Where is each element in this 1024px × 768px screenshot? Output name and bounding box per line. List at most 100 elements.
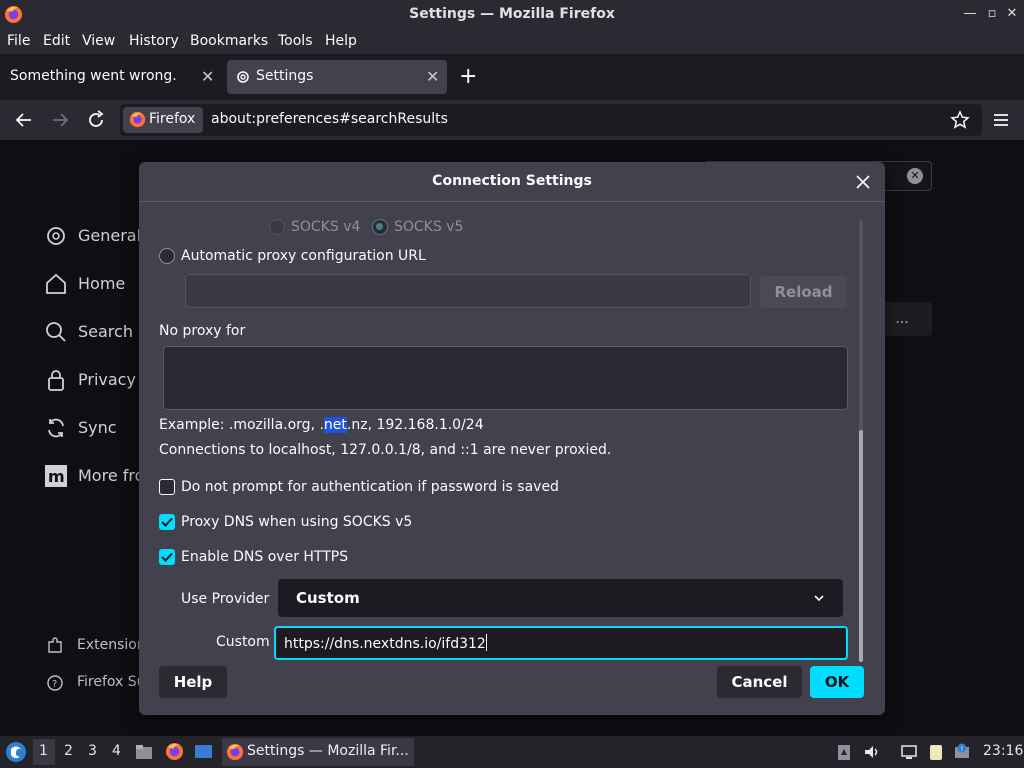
update-notification-icon[interactable]: ! [953, 743, 971, 761]
volume-icon[interactable] [863, 743, 881, 761]
menu-bookmarks[interactable]: Bookmarks [190, 33, 268, 49]
close-tab-icon[interactable]: ✕ [426, 67, 439, 86]
start-menu-icon[interactable] [5, 741, 27, 763]
forward-icon[interactable] [49, 109, 71, 131]
bookmark-star-icon[interactable] [950, 110, 970, 130]
socks-v4-label: SOCKS v4 [291, 219, 361, 235]
socks-v4-radio[interactable] [269, 219, 285, 235]
taskbar-task-firefox[interactable]: Settings — Mozilla Fir... [222, 738, 414, 766]
back-icon[interactable] [13, 109, 35, 131]
file-manager-icon[interactable] [135, 743, 153, 761]
minimize-icon[interactable]: — [962, 6, 978, 22]
no-proxy-textarea[interactable] [163, 346, 848, 410]
clock: 23:16 [983, 743, 1024, 759]
custom-doh-url-input[interactable]: https://dns.nextdns.io/ifd312 [274, 626, 848, 660]
pref-nav-label: Home [78, 274, 126, 293]
socks-v5-radio[interactable] [372, 219, 388, 235]
pref-nav-label: More fro [78, 466, 145, 485]
close-icon[interactable] [853, 172, 873, 192]
network-icon[interactable] [900, 743, 918, 761]
menu-edit[interactable]: Edit [43, 33, 70, 49]
dialog-scrollbar-thumb[interactable] [859, 430, 863, 662]
ok-button[interactable]: OK [810, 666, 864, 698]
desktop-icon[interactable] [194, 743, 213, 761]
no-proxy-example: Example: .mozilla.org, .net.nz, 192.168.… [159, 417, 484, 433]
provider-selected-value: Custom [296, 589, 360, 607]
firefox-logo-icon [129, 111, 146, 128]
pref-nav-label: Sync [78, 418, 117, 437]
menu-tools[interactable]: Tools [278, 33, 313, 49]
connection-settings-dialog: Connection Settings SOCKS v4 SOCKS v5 Au… [139, 162, 885, 715]
puzzle-icon [48, 637, 62, 653]
auto-proxy-radio[interactable] [159, 248, 175, 264]
url-text[interactable]: about:preferences#searchResults [211, 111, 448, 127]
firefox-logo-icon [226, 743, 244, 761]
menu-bar: File Edit View History Bookmarks Tools H… [0, 30, 1024, 54]
auto-proxy-label: Automatic proxy configuration URL [181, 248, 426, 264]
title-bar: Settings — Mozilla Firefox — ▫ ✕ [0, 0, 1024, 30]
localhost-note: Connections to localhost, 127.0.0.1/8, a… [159, 442, 612, 458]
sync-icon [48, 418, 64, 438]
workspace-3[interactable]: 3 [88, 743, 97, 759]
checkmark-icon [161, 552, 173, 562]
taskbar: 1 2 3 4 Settings — Mozilla Fir... ! 23:1… [0, 736, 1024, 768]
mozilla-icon: m [45, 465, 67, 487]
pref-footer-label: Firefox Su [77, 674, 146, 690]
provider-select[interactable]: Custom [278, 579, 843, 617]
firefox-launcher-icon[interactable] [165, 742, 184, 761]
tab-settings[interactable]: Settings ✕ [227, 60, 447, 94]
reload-button[interactable]: Reload [760, 276, 847, 308]
proxy-dns-label: Proxy DNS when using SOCKS v5 [181, 514, 413, 530]
maximize-icon[interactable]: ▫ [984, 6, 1000, 22]
clear-search-icon[interactable]: ✕ [907, 168, 923, 184]
hamburger-menu-icon[interactable] [990, 109, 1012, 131]
tab-strip: Something went wrong. ✕ Settings ✕ [0, 54, 1024, 100]
proxy-dns-checkbox[interactable] [159, 514, 175, 530]
help-button[interactable]: Help [159, 666, 227, 698]
no-auth-prompt-label: Do not prompt for authentication if pass… [181, 479, 559, 495]
cancel-button[interactable]: Cancel [717, 666, 802, 698]
menu-view[interactable]: View [82, 33, 115, 49]
url-bar[interactable]: Firefox about:preferences#searchResults [120, 104, 982, 136]
lock-icon [48, 370, 64, 391]
pref-nav-label: General [78, 226, 142, 245]
tab-something-went-wrong[interactable]: Something went wrong. ✕ [2, 60, 220, 94]
menu-file[interactable]: File [7, 33, 30, 49]
custom-url-label: Custom [216, 634, 270, 650]
workspace-4[interactable]: 4 [112, 743, 121, 759]
new-tab-icon[interactable]: + [459, 64, 477, 89]
identity-box[interactable]: Firefox [123, 107, 203, 133]
chevron-down-icon [814, 595, 824, 602]
checkmark-icon [161, 517, 173, 527]
dns-over-https-label: Enable DNS over HTTPS [181, 549, 349, 565]
search-icon [46, 322, 66, 342]
svg-text:m: m [48, 467, 65, 486]
window-title: Settings — Mozilla Firefox [409, 6, 615, 22]
workspace-1[interactable]: 1 [39, 743, 48, 759]
tab-label: Something went wrong. [10, 68, 177, 84]
no-proxy-label: No proxy for [159, 323, 246, 339]
menu-history[interactable]: History [129, 33, 179, 49]
gear-icon [237, 71, 249, 83]
auto-proxy-url-input[interactable] [185, 274, 751, 308]
tab-label: Settings [256, 68, 314, 84]
pref-nav-label: Privacy [78, 370, 136, 389]
workspace-2[interactable]: 2 [64, 743, 73, 759]
socks-v5-label: SOCKS v5 [394, 219, 464, 235]
notes-icon[interactable] [927, 743, 945, 761]
taskbar-task-label: Settings — Mozilla Fir... [247, 743, 409, 759]
identity-label: Firefox [149, 111, 196, 127]
dns-over-https-checkbox[interactable] [159, 549, 175, 565]
reload-icon[interactable] [85, 109, 107, 131]
close-window-icon[interactable]: ✕ [1004, 6, 1020, 22]
use-provider-label: Use Provider [181, 591, 270, 607]
svg-text:!: ! [961, 745, 964, 753]
menu-help[interactable]: Help [325, 33, 357, 49]
clipboard-icon[interactable] [835, 743, 853, 761]
close-tab-icon[interactable]: ✕ [201, 67, 214, 86]
help-icon: ? [47, 675, 63, 691]
svg-text:?: ? [52, 679, 57, 690]
navigation-bar: Firefox about:preferences#searchResults [0, 100, 1024, 140]
no-auth-prompt-checkbox[interactable] [159, 479, 175, 495]
custom-doh-url-value: https://dns.nextdns.io/ifd312 [284, 636, 486, 652]
